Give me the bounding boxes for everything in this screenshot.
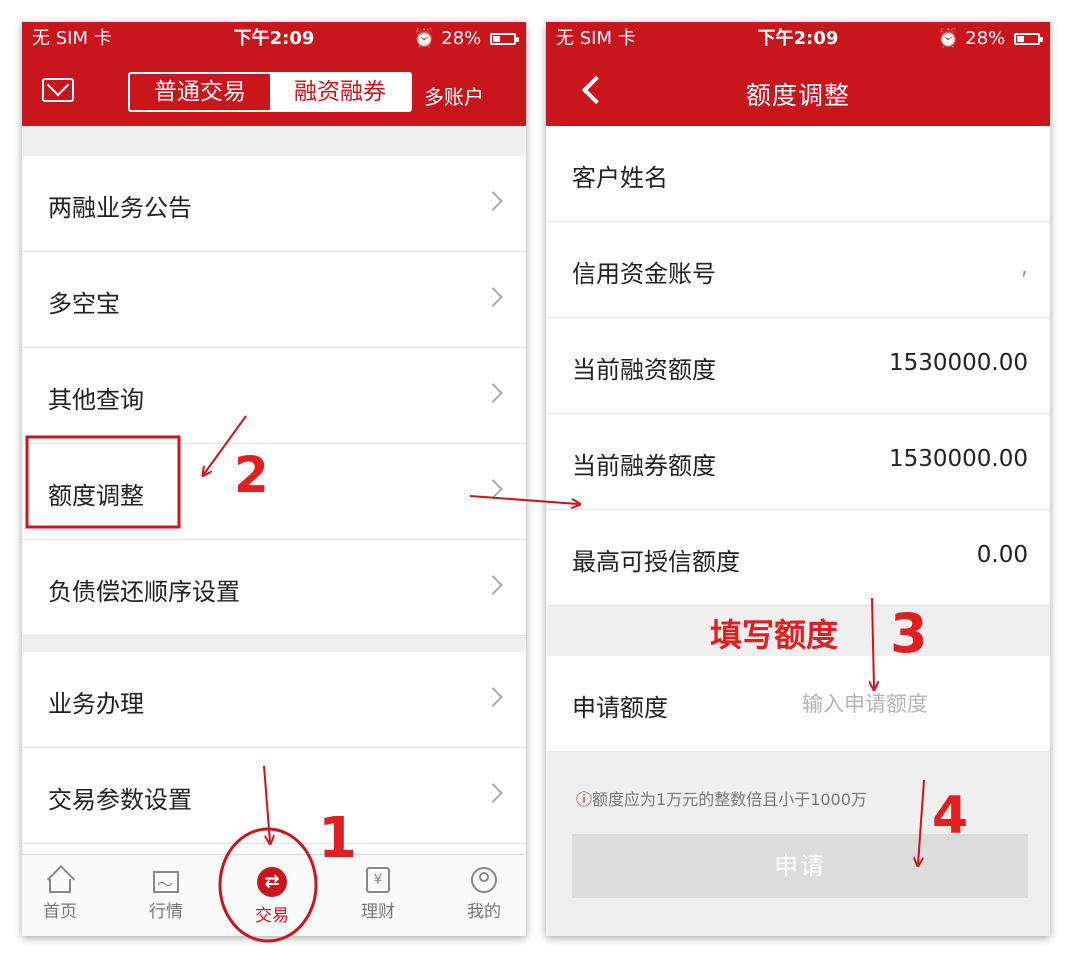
battery-text: 28% bbox=[441, 28, 482, 49]
tab-home[interactable]: 首页 bbox=[30, 867, 90, 922]
row-label: 信用资金账号 bbox=[572, 260, 716, 288]
quota-hint-text: 额度应为1万元的整数倍且小于1000万 bbox=[592, 790, 867, 809]
menu-item-business[interactable]: 业务办理 bbox=[22, 652, 526, 748]
menu-item-label: 交易参数设置 bbox=[48, 786, 192, 814]
row-value: , bbox=[1020, 254, 1028, 280]
row-label: 最高可授信额度 bbox=[572, 548, 740, 576]
row-label: 当前融券额度 bbox=[572, 452, 716, 480]
mail-icon[interactable] bbox=[42, 78, 74, 102]
battery-indicator: ⏰ 28% bbox=[937, 28, 1043, 49]
tab-label: 我的 bbox=[467, 902, 501, 922]
menu-item-trade-params[interactable]: 交易参数设置 bbox=[22, 748, 526, 844]
menu-item-announcement[interactable]: 两融业务公告 bbox=[22, 156, 526, 252]
row-label: 当前融资额度 bbox=[572, 356, 716, 384]
chevron-right-icon bbox=[483, 191, 503, 211]
page-title: 额度调整 bbox=[745, 81, 850, 110]
status-bar: 无 SIM 卡 下午2:09 ⏰ 28% bbox=[546, 22, 1050, 56]
row-value: 0.00 bbox=[976, 542, 1028, 568]
menu-item-label: 其他查询 bbox=[48, 386, 144, 414]
battery-icon bbox=[490, 33, 519, 45]
menu-item-label: 多空宝 bbox=[48, 290, 120, 318]
section-divider bbox=[22, 126, 526, 156]
info-row-customer-name: 客户姓名 bbox=[546, 126, 1050, 222]
chevron-right-icon bbox=[483, 687, 503, 707]
apply-quota-label: 申请额度 bbox=[572, 694, 668, 722]
multi-account-button[interactable]: 多账户 bbox=[424, 81, 484, 110]
battery-text: 28% bbox=[965, 28, 1006, 49]
tab-label: 理财 bbox=[361, 902, 395, 922]
chevron-right-icon bbox=[483, 383, 503, 403]
section-divider bbox=[22, 636, 526, 652]
chevron-right-icon bbox=[483, 479, 503, 499]
tab-profile[interactable]: 我的 bbox=[454, 867, 514, 922]
chevron-right-icon bbox=[483, 287, 503, 307]
chevron-right-icon bbox=[483, 783, 503, 803]
info-row-credit-account: 信用资金账号 , bbox=[546, 222, 1050, 318]
step-2-label: 2 bbox=[234, 446, 269, 504]
menu-item-repay-order[interactable]: 负债偿还顺序设置 bbox=[22, 540, 526, 636]
row-label: 客户姓名 bbox=[572, 164, 668, 192]
row-value: 1530000.00 bbox=[888, 446, 1028, 472]
alarm-icon: ⏰ bbox=[937, 28, 960, 49]
top-nav: 普通交易 融资融券 多账户 bbox=[22, 56, 526, 126]
menu-item-label: 业务办理 bbox=[48, 690, 144, 718]
row-value: 1530000.00 bbox=[888, 350, 1028, 376]
step-4-label: 4 bbox=[932, 786, 969, 846]
trade-type-switch: 普通交易 融资融券 bbox=[128, 72, 412, 112]
tab-market[interactable]: 行情 bbox=[136, 867, 196, 922]
menu-item-label: 两融业务公告 bbox=[48, 194, 192, 222]
chevron-right-icon bbox=[483, 575, 503, 595]
profile-icon bbox=[471, 867, 497, 893]
tab-wealth[interactable]: ¥ 理财 bbox=[348, 867, 408, 922]
status-bar: 无 SIM 卡 下午2:09 ⏰ 28% bbox=[22, 22, 526, 56]
bottom-tab-bar: 首页 行情 ⇄ 交易 ¥ 理财 我的 bbox=[22, 854, 526, 936]
info-row-financing-quota: 当前融资额度 1530000.00 bbox=[546, 318, 1050, 414]
apply-quota-row: 申请额度 输入申请额度 bbox=[546, 656, 1050, 752]
info-row-max-credit: 最高可授信额度 0.00 bbox=[546, 510, 1050, 606]
tab-label: 交易 bbox=[255, 906, 289, 926]
menu-item-other-query[interactable]: 其他查询 bbox=[22, 348, 526, 444]
quota-hint: ⓘ额度应为1万元的整数倍且小于1000万 bbox=[576, 786, 867, 810]
quota-adjust-screen: 无 SIM 卡 下午2:09 ⏰ 28% 额度调整 客户姓名 信用资金账号 , … bbox=[546, 22, 1050, 936]
tab-normal-trading[interactable]: 普通交易 bbox=[130, 74, 270, 110]
wealth-icon: ¥ bbox=[366, 867, 390, 893]
tab-trade[interactable]: ⇄ 交易 bbox=[242, 867, 302, 926]
apply-quota-input[interactable]: 输入申请额度 bbox=[802, 688, 928, 718]
tab-margin-trading[interactable]: 融资融券 bbox=[270, 74, 410, 110]
step-3-label: 3 bbox=[890, 602, 928, 665]
menu-item-quota-adjust[interactable]: 额度调整 bbox=[22, 444, 526, 540]
chart-icon bbox=[153, 871, 179, 895]
menu-item-duokongbao[interactable]: 多空宝 bbox=[22, 252, 526, 348]
trade-icon: ⇄ bbox=[257, 867, 287, 897]
info-row-securities-quota: 当前融券额度 1530000.00 bbox=[546, 414, 1050, 510]
alarm-icon: ⏰ bbox=[413, 28, 436, 49]
home-icon bbox=[49, 879, 71, 893]
step-1-label: 1 bbox=[318, 806, 357, 871]
trading-screen: 无 SIM 卡 下午2:09 ⏰ 28% 普通交易 融资融券 多账户 两融业务公… bbox=[22, 22, 526, 936]
step-3-text: 填写额度 bbox=[710, 616, 839, 654]
info-icon: ⓘ bbox=[576, 790, 593, 809]
tab-label: 首页 bbox=[43, 902, 77, 922]
menu-item-label: 额度调整 bbox=[48, 482, 144, 510]
menu-item-label: 负债偿还顺序设置 bbox=[48, 578, 240, 606]
battery-indicator: ⏰ 28% bbox=[413, 28, 519, 49]
tab-label: 行情 bbox=[149, 902, 183, 922]
battery-icon bbox=[1014, 33, 1043, 45]
top-nav: 额度调整 bbox=[546, 56, 1050, 126]
